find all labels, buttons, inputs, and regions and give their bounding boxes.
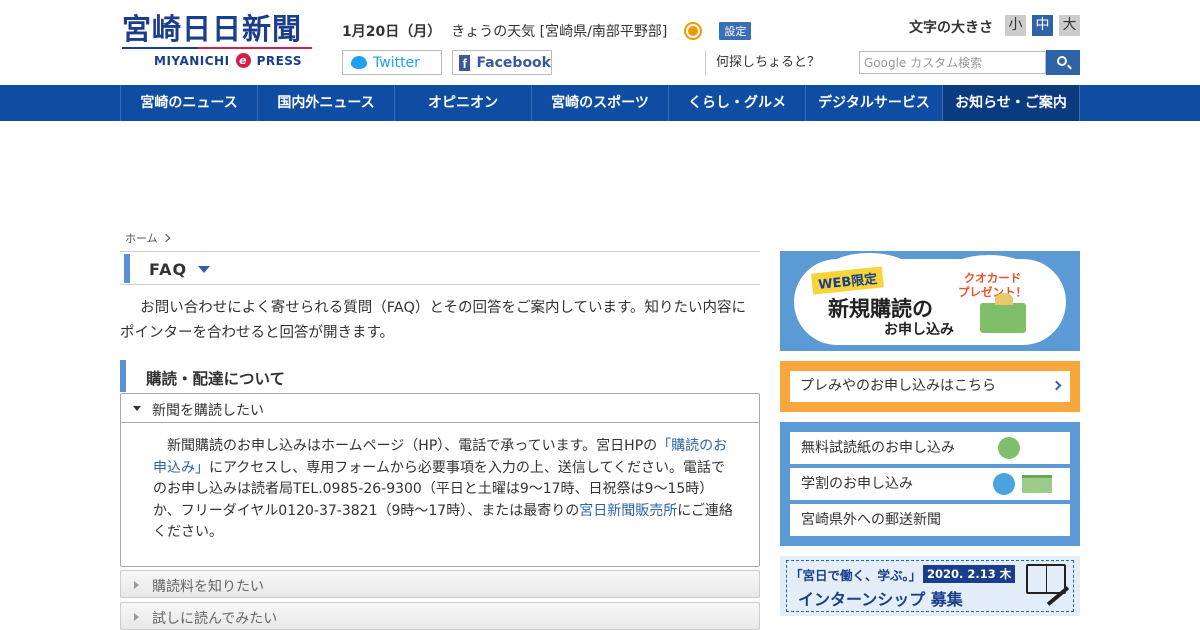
intern-title: インターンシップ 募集 xyxy=(798,590,963,609)
twitter-icon xyxy=(351,56,367,69)
link-label: 無料試読紙のお申し込み xyxy=(801,440,955,456)
link-label: 学割のお申し込み xyxy=(801,476,913,492)
e-press-icon: e xyxy=(235,53,251,68)
nav-item-opinion[interactable]: オピニオン xyxy=(394,85,531,121)
search-icon xyxy=(1057,56,1067,66)
quo-line2: プレゼント！ xyxy=(958,285,1027,299)
nav-item-miyazaki-news[interactable]: 宮崎のニュース xyxy=(120,85,257,121)
faq-header: FAQ xyxy=(120,251,760,285)
quo-line1: クオカード xyxy=(963,271,1022,285)
book-icon xyxy=(1026,564,1066,594)
nav-item-info[interactable]: お知らせ・ご案内 xyxy=(942,85,1080,121)
breadcrumb: ホーム xyxy=(125,230,170,246)
facebook-label: Facebook xyxy=(476,54,551,71)
logo-sub-left: MIYANICHI xyxy=(154,53,230,68)
faq-item-open: 新聞を購読したい 新聞購読のお申し込みはホームページ（HP）、電話で承っています… xyxy=(120,393,760,567)
section-header: 購読・配達について xyxy=(120,360,760,392)
caret-down-icon[interactable] xyxy=(198,266,210,273)
mascot-icon xyxy=(998,437,1020,459)
school-icon xyxy=(1022,475,1052,493)
chevron-right-icon xyxy=(161,233,170,243)
logo-subtitle: MIYANICHI e PRESS xyxy=(122,53,312,68)
dealer-link[interactable]: 宮日新聞販売所 xyxy=(579,503,677,519)
page-title: FAQ xyxy=(149,260,188,279)
sidebar-links: 無料試読紙のお申し込み 学割のお申し込み 宮崎県外への郵送新聞 xyxy=(780,422,1080,546)
faq-question: 新聞を購読したい xyxy=(152,403,264,419)
faq-question: 試しに読んでみたい xyxy=(152,611,278,627)
site-logo[interactable]: 宮崎日日新聞 MIYANICHI e PRESS xyxy=(122,12,312,72)
date-weather-line: 1月20日（月） きょうの天気 [宮崎県/南部平野部] 設定 xyxy=(342,21,752,41)
main-content: FAQ お問い合わせによく寄せられる質問（FAQ）とその回答をご案内しています。… xyxy=(120,251,760,630)
breadcrumb-home[interactable]: ホーム xyxy=(125,230,158,246)
premium-box: プレみやのお申し込みはこちら xyxy=(780,361,1080,412)
twitter-button[interactable]: Twitter xyxy=(342,50,442,75)
current-date: 1月20日（月） xyxy=(342,24,442,40)
search-input[interactable] xyxy=(859,51,1046,74)
student-discount-link[interactable]: 学割のお申し込み xyxy=(790,468,1070,500)
weather-settings-button[interactable]: 設定 xyxy=(719,22,752,40)
nav-item-digital[interactable]: デジタルサービス xyxy=(805,85,942,121)
global-nav-inner: 宮崎のニュース 国内外ニュース オピニオン 宮崎のスポーツ くらし・グルメ デジ… xyxy=(120,85,1080,121)
font-size-label: 文字の大きさ xyxy=(909,20,993,36)
search-button[interactable] xyxy=(1046,50,1080,75)
internship-banner[interactable]: 「宮日で働く、学ぶ。」 2020. 2.13 木 インターンシップ 募集 xyxy=(780,556,1080,616)
quo-card-text: クオカード プレゼント！ xyxy=(958,271,1027,299)
faq-item-closed[interactable]: 購読料を知りたい xyxy=(120,570,760,598)
nav-item-national-news[interactable]: 国内外ニュース xyxy=(257,85,394,121)
answer-text: 新聞購読のお申し込みはホームページ（HP）、電話で承っています。宮日HPの xyxy=(167,438,658,454)
caret-right-icon xyxy=(134,581,139,589)
site-header: 宮崎日日新聞 MIYANICHI e PRESS 1月20日（月） きょうの天気… xyxy=(0,0,1200,85)
nav-item-lifestyle[interactable]: くらし・グルメ xyxy=(668,85,805,121)
weather-label: きょうの天気 [宮崎県/南部平野部] xyxy=(451,24,668,40)
facebook-button[interactable]: f Facebook xyxy=(452,50,552,75)
logo-text: 宮崎日日新聞 xyxy=(122,12,303,46)
font-size-small-button[interactable]: 小 xyxy=(1005,15,1026,36)
chevron-right-icon xyxy=(1051,380,1062,391)
logo-sub-right: PRESS xyxy=(256,53,303,68)
quo-card-icon xyxy=(980,293,1026,333)
intern-date: 2020. 2.13 木 xyxy=(923,565,1016,583)
faq-intro: お問い合わせによく寄せられる質問（FAQ）とその回答をご案内しています。知りたい… xyxy=(120,300,747,341)
banner-sub-text: お申し込み xyxy=(884,322,954,338)
faq-question: 購読料を知りたい xyxy=(152,579,264,595)
facebook-icon: f xyxy=(459,54,471,71)
subscription-banner[interactable]: WEB限定 新規購読の お申し込み クオカード プレゼント！ xyxy=(780,251,1080,351)
intern-tagline: 「宮日で働く、学ぶ。」 xyxy=(790,568,922,583)
mail-delivery-link[interactable]: 宮崎県外への郵送新聞 xyxy=(790,504,1070,536)
nav-item-sports[interactable]: 宮崎のスポーツ xyxy=(531,85,668,121)
global-nav: 宮崎のニュース 国内外ニュース オピニオン 宮崎のスポーツ くらし・グルメ デジ… xyxy=(0,85,1200,121)
mascot-icon xyxy=(993,473,1015,495)
premium-link-label: プレみやのお申し込みはこちら xyxy=(800,378,996,394)
search-prompt-link[interactable]: 何探しちょると？ xyxy=(705,50,820,75)
font-size-large-button[interactable]: 大 xyxy=(1059,15,1080,36)
caret-right-icon xyxy=(134,613,139,621)
free-trial-link[interactable]: 無料試読紙のお申し込み xyxy=(790,432,1070,464)
section-title: 購読・配達について xyxy=(146,370,286,388)
sun-icon xyxy=(683,21,703,41)
premium-signup-link[interactable]: プレみやのお申し込みはこちら xyxy=(790,371,1070,402)
link-label: 宮崎県外への郵送新聞 xyxy=(801,512,941,528)
logo-underline xyxy=(122,47,312,49)
faq-question-toggle[interactable]: 新聞を購読したい xyxy=(121,394,759,423)
font-size-medium-button[interactable]: 中 xyxy=(1032,15,1053,36)
twitter-label: Twitter xyxy=(373,54,420,71)
caret-down-icon xyxy=(133,406,141,411)
faq-answer: 新聞購読のお申し込みはホームページ（HP）、電話で承っています。宮日HPの「購読… xyxy=(153,436,733,544)
faq-item-closed[interactable]: 試しに読んでみたい xyxy=(120,602,760,630)
